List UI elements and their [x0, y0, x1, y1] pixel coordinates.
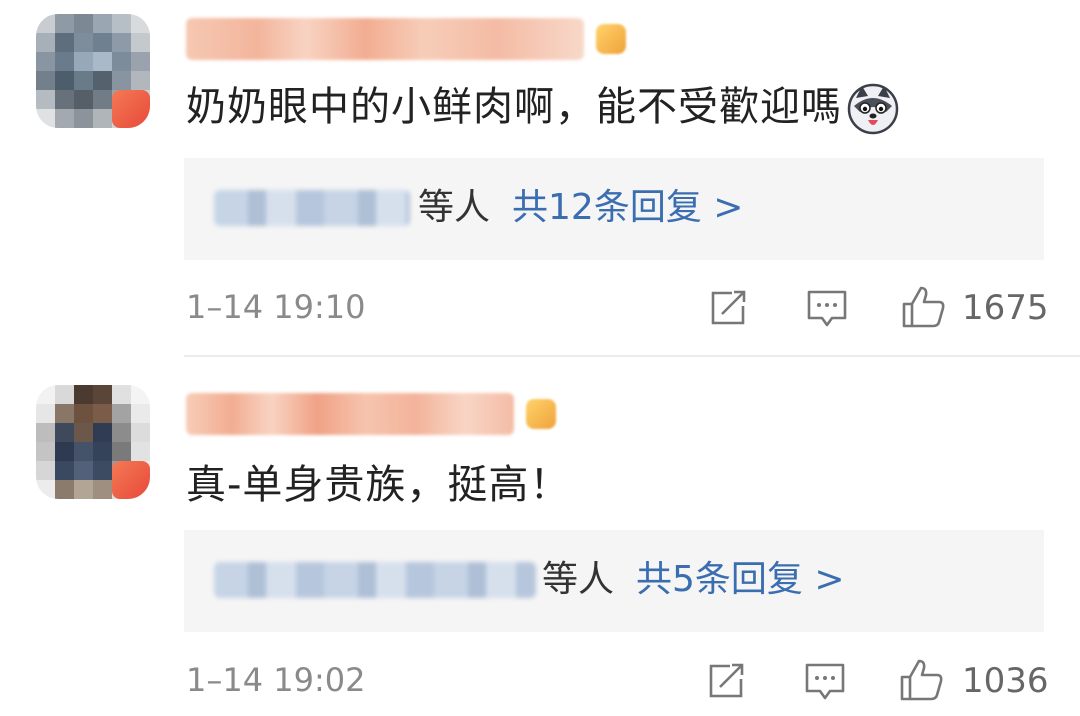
thumbs-up-icon[interactable]	[898, 657, 944, 707]
like-count: 1675	[962, 288, 1049, 328]
username-blurred[interactable]	[186, 393, 514, 435]
view-replies-link[interactable]: 共12条回复 >	[512, 187, 743, 228]
reply-preview[interactable]: 等人 共5条回复 >	[184, 530, 1044, 632]
comment-item-2: 真-单身贵族，挺高！ 等人 共5条回复 > 1–14 19:02 1036	[0, 357, 1080, 716]
avatar[interactable]	[36, 14, 150, 128]
like-count: 1036	[962, 661, 1049, 701]
thumbs-up-icon[interactable]	[900, 284, 946, 334]
timestamp: 1–14 19:02	[186, 661, 366, 699]
share-icon[interactable]	[706, 661, 748, 705]
vip-badge-icon	[526, 399, 556, 429]
reply-preview[interactable]: 等人 共12条回复 >	[184, 158, 1044, 260]
reply-usernames-blurred	[214, 562, 536, 598]
comment-item-1: 奶奶眼中的小鲜肉啊，能不受歡迎嗎 等人共12条回复 > 1–14 19:10	[0, 0, 1080, 355]
timestamp: 1–14 19:10	[186, 288, 366, 326]
comment-text-content: 奶奶眼中的小鲜肉啊，能不受歡迎嗎	[186, 84, 842, 130]
reply-suffix: 等人	[418, 187, 491, 228]
reply-suffix: 等人	[542, 559, 615, 600]
comment-icon[interactable]	[804, 661, 846, 707]
share-icon[interactable]	[708, 288, 750, 332]
husky-dog-emoji-icon	[846, 82, 900, 136]
reply-summary: 等人 共12条回复 >	[418, 184, 743, 232]
comment-icon[interactable]	[806, 288, 848, 334]
username-blurred[interactable]	[186, 18, 584, 60]
comment-text: 奶奶眼中的小鲜肉啊，能不受歡迎嗎	[186, 82, 900, 136]
comment-text: 真-单身贵族，挺高！	[186, 461, 570, 509]
reply-usernames-blurred	[214, 190, 410, 226]
avatar[interactable]	[36, 385, 150, 499]
comment-text-content: 真-单身贵族，挺高！	[186, 462, 571, 508]
vip-badge-icon	[596, 24, 626, 54]
verified-badge-icon	[112, 461, 150, 499]
reply-summary: 等人 共5条回复 >	[542, 556, 845, 604]
view-replies-link[interactable]: 共5条回复 >	[636, 559, 845, 600]
verified-badge-icon	[112, 90, 150, 128]
